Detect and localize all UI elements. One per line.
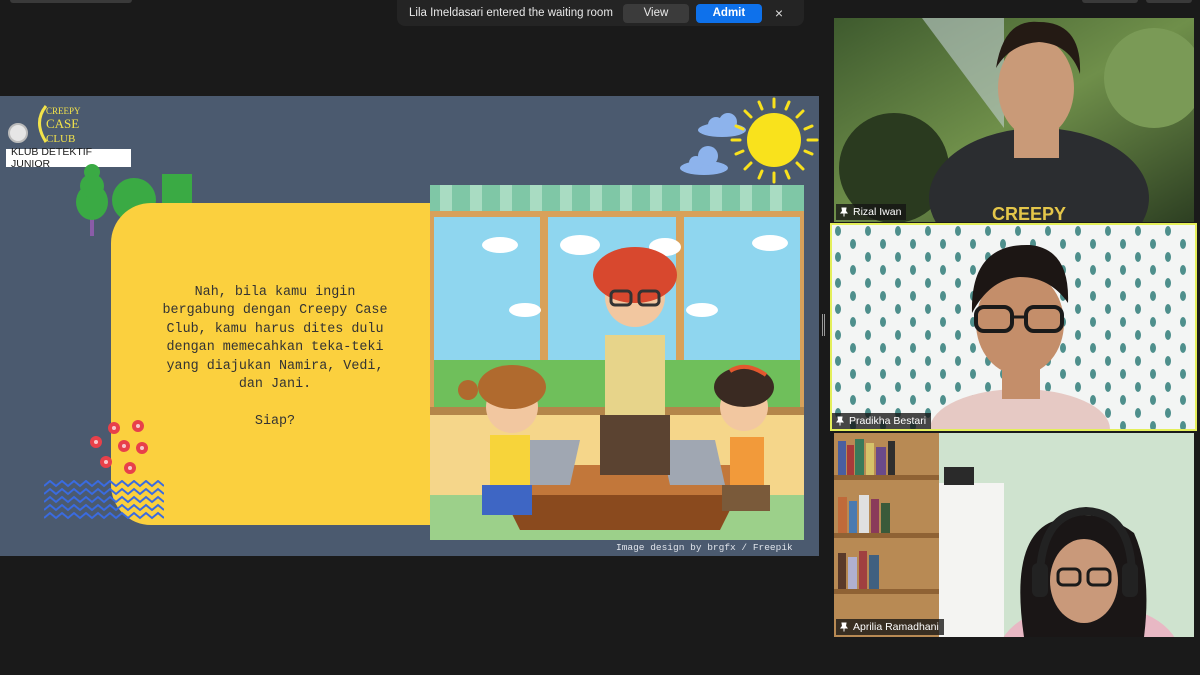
participant-name-tag: Aprilia Ramadhani [836,619,944,635]
participant-video: CREEPY [834,18,1194,222]
participant-name: Pradikha Bestari [849,415,927,427]
kids-classroom-illustration [430,185,804,540]
close-icon[interactable]: × [772,5,786,21]
participant-name: Rizal Iwan [853,206,902,218]
magnifier-icon [8,123,28,143]
notification-message: Lila Imeldasari entered the waiting room [409,7,613,19]
top-left-control[interactable] [10,0,132,3]
participant-video [830,223,1197,431]
paragraph-line: bergabung dengan Creepy Case [162,303,388,319]
paragraph-line: Club, kamu harus dites dulu [166,321,384,337]
flowers-decoration [90,420,148,474]
participant-name-tag: Pradikha Bestari [832,413,932,429]
shirt-text: CREEPY [992,204,1066,222]
slide-question: Siap? [254,413,296,429]
logo-line-1: CREEPY [46,106,81,116]
zigzag-decoration [44,480,164,520]
participant-tile-aprilia-ramadhani[interactable]: Aprilia Ramadhani [834,433,1194,637]
paragraph-line: dengan memecahkan teka-teki [166,340,384,356]
view-button[interactable]: View [622,3,689,23]
image-credit: Image design by brgfx / Freepik [616,542,793,553]
zoom-meeting-window: Lila Imeldasari entered the waiting room… [0,0,1200,675]
pin-icon [836,416,844,426]
pin-icon [840,622,848,632]
paragraph-line: yang diajukan Namira, Vedi, [166,358,384,374]
logo-line-3: CLUB [46,133,75,144]
waiting-room-notification: Lila Imeldasari entered the waiting room… [397,0,804,26]
participant-tile-pradikha-bestari[interactable]: Pradikha Bestari [830,223,1197,431]
sun-clouds-decoration [680,97,819,184]
admit-button[interactable]: Admit [695,3,762,23]
pin-icon [840,207,848,217]
paragraph-line: Nah, bila kamu ingin [194,285,356,300]
participant-name: Aprilia Ramadhani [853,621,939,633]
top-right-control-2[interactable] [1146,0,1192,3]
top-right-control-1[interactable] [1082,0,1138,3]
paragraph-line: dan Jani. [238,377,312,393]
slide-paragraph: Nah, bila kamu ingin bergabung dengan Cr… [130,284,420,431]
creepy-case-club-logo: CREEPY CASE CLUB [38,105,81,144]
logo-line-2: CASE [46,116,79,131]
panel-resize-handle[interactable] [822,314,825,336]
participant-video [834,433,1194,637]
shared-screen-slide: CREEPY CASE CLUB KLUB DETEKTIF JUNIOR Na… [0,96,819,556]
participant-tile-rizal-iwan[interactable]: CREEPY Rizal Iwan [834,18,1194,222]
participant-name-tag: Rizal Iwan [836,204,907,220]
